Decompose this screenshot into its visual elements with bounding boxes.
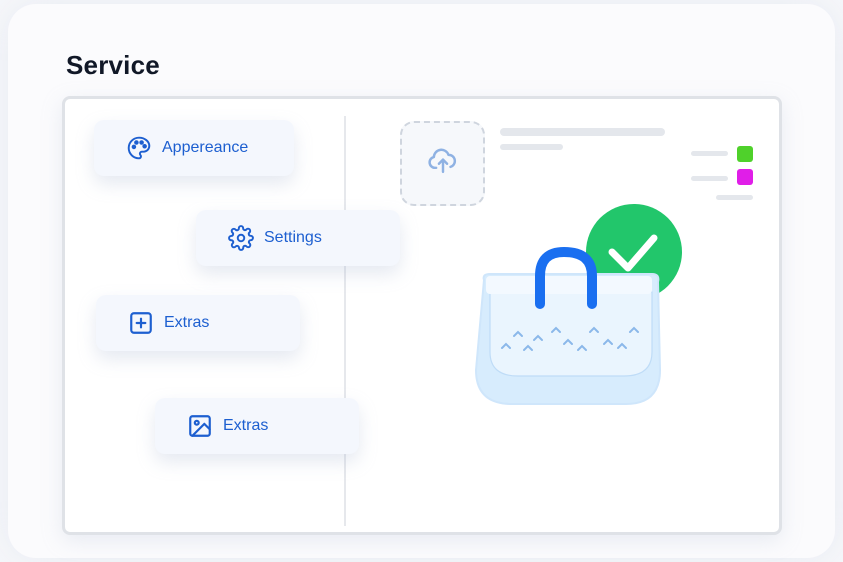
upload-dropzone[interactable]	[400, 121, 485, 206]
menu-item-appereance[interactable]: Appereance	[94, 120, 294, 176]
menu-item-settings[interactable]: Settings	[196, 210, 400, 266]
cloud-upload-icon	[426, 146, 460, 181]
menu-item-label: Settings	[264, 229, 322, 246]
gear-icon	[228, 225, 254, 251]
menu-item-extras[interactable]: Extras	[96, 295, 300, 351]
menu-item-label: Extras	[164, 314, 210, 331]
menu-item-extras-image[interactable]: Extras	[155, 398, 359, 454]
placeholder-line	[500, 128, 665, 136]
menu-item-label: Extras	[223, 417, 269, 434]
placeholder-line	[500, 144, 563, 150]
color-swatch-magenta[interactable]	[737, 169, 753, 185]
placeholder-line	[716, 195, 753, 200]
shopping-bag-check-icon	[466, 200, 696, 420]
palette-icon	[126, 135, 152, 161]
image-icon	[187, 413, 213, 439]
page-title: Service	[66, 50, 160, 80]
menu-item-label: Appereance	[162, 139, 249, 156]
plus-square-icon	[128, 310, 154, 336]
panel-divider	[344, 116, 346, 526]
placeholder-line	[691, 151, 728, 156]
placeholder-line	[691, 176, 728, 181]
color-swatch-green[interactable]	[737, 146, 753, 162]
